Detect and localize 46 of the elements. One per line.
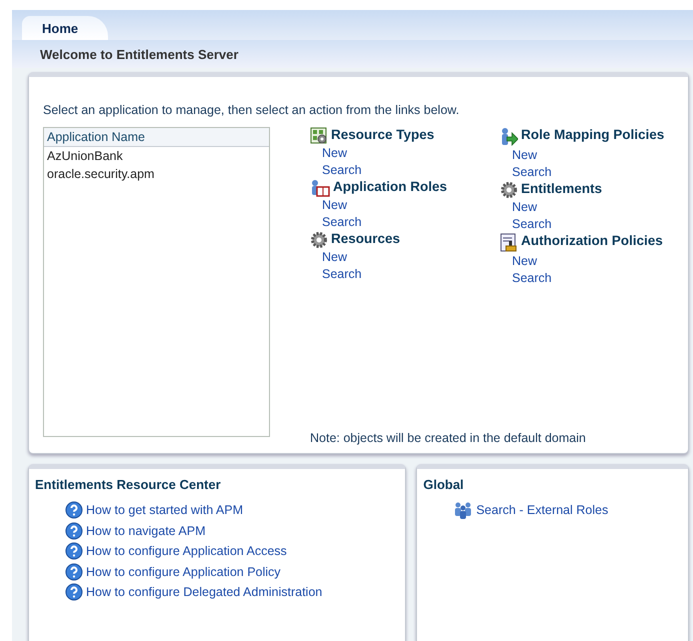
section-title: Resource Types — [331, 127, 434, 143]
section-title: Authorization Policies — [521, 233, 663, 249]
action-link[interactable]: Search — [322, 214, 486, 231]
panel-title: Global — [423, 477, 465, 492]
action-link[interactable]: New — [512, 147, 676, 164]
action-link[interactable]: New — [322, 249, 486, 266]
action-link[interactable]: Search — [322, 162, 486, 179]
list-item[interactable]: AzUnionBank — [44, 147, 269, 165]
action-link[interactable]: Search — [512, 216, 676, 233]
section-title: Application Roles — [333, 179, 448, 195]
people-icon — [453, 501, 474, 520]
help-icon — [65, 542, 83, 560]
column-header: Application Name — [44, 128, 269, 147]
grid-gear-icon — [310, 127, 328, 145]
help-link[interactable]: How to get started with APM — [86, 503, 244, 518]
panel-title: Entitlements Resource Center — [35, 477, 222, 492]
help-link[interactable]: How to configure Application Access — [86, 544, 287, 558]
help-link[interactable]: How to configure Delegated Administration — [86, 585, 322, 600]
gears-icon — [500, 181, 518, 199]
note-text: Note: objects will be created in the default domain — [310, 431, 587, 445]
search-link[interactable]: Search - External Roles — [476, 503, 608, 518]
help-link[interactable]: How to configure Application Policy — [86, 564, 281, 579]
help-icon — [65, 583, 83, 602]
application-list[interactable]: Application Name AzUnionBank oracle.security.apm — [43, 127, 270, 437]
action-link[interactable]: Search — [512, 270, 676, 287]
list-item[interactable]: oracle.security.apm — [44, 165, 269, 183]
action-link[interactable]: Search — [512, 164, 676, 181]
gear-icon — [310, 231, 328, 249]
section-title: Resources — [331, 231, 400, 247]
help-icon — [65, 562, 83, 581]
document-stamp-icon — [500, 233, 518, 253]
help-icon — [65, 522, 83, 540]
action-link[interactable]: Search — [322, 266, 486, 283]
action-link[interactable]: New — [512, 199, 676, 216]
instruction-text: Select an application to manage, then select an action from the links below. — [43, 103, 460, 117]
section-title: Role Mapping Policies — [521, 127, 664, 143]
action-link[interactable]: New — [322, 145, 486, 162]
help-icon — [65, 501, 83, 520]
action-link[interactable]: New — [512, 253, 676, 270]
home-tab[interactable]: Home — [22, 16, 108, 40]
action-link[interactable]: New — [322, 197, 486, 214]
page-header: Welcome to Entitlements Server — [12, 40, 693, 68]
person-arrow-icon — [500, 127, 518, 147]
help-link[interactable]: How to navigate APM — [86, 524, 206, 538]
section-title: Entitlements — [521, 181, 602, 197]
person-book-icon — [310, 179, 330, 197]
